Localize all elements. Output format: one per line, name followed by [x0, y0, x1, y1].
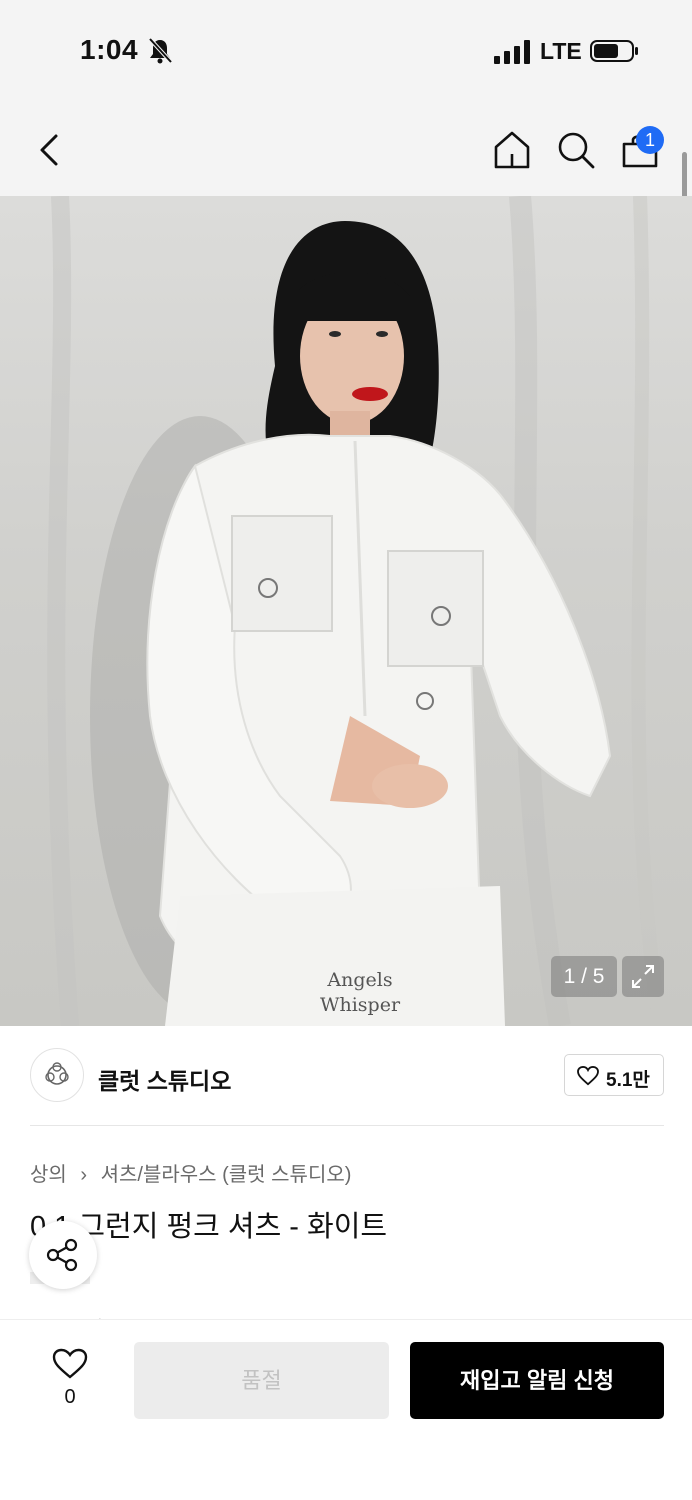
- network-type: LTE: [540, 38, 582, 64]
- cart-count-badge: 1: [636, 126, 664, 154]
- share-button[interactable]: [29, 1221, 97, 1289]
- brand-emblem-icon: [45, 1062, 69, 1085]
- expand-icon: [632, 965, 654, 988]
- signal-icon: [494, 40, 530, 64]
- restock-alert-button[interactable]: 재입고 알림 신청: [410, 1342, 664, 1419]
- garment-print-line-1: Angels: [327, 969, 393, 991]
- breadcrumb: 상의 › 셔츠/블라우스 (클럿 스튜디오): [30, 1158, 351, 1187]
- home-icon[interactable]: [490, 128, 534, 172]
- heart-icon: [577, 1066, 599, 1086]
- wishlist-count: 0: [64, 1386, 76, 1408]
- brand-logo[interactable]: [30, 1048, 84, 1102]
- product-image-gallery[interactable]: [0, 196, 692, 1026]
- soldout-button[interactable]: 품절: [134, 1342, 389, 1419]
- bell-slash-icon: [148, 38, 172, 64]
- brand-like-count: 5.1만: [606, 1070, 650, 1091]
- share-icon: [46, 1238, 78, 1272]
- garment-print-line-2: Whisper: [319, 994, 401, 1016]
- brand-like-button[interactable]: 5.1만: [564, 1054, 664, 1096]
- wishlist-button[interactable]: 0: [40, 1344, 100, 1414]
- garment-print-text: Angels Whisper: [290, 968, 430, 1018]
- top-nav-bar: [0, 100, 692, 196]
- status-time: 1:04: [80, 34, 139, 65]
- image-counter-badge: 1 / 5: [551, 956, 617, 997]
- product-photo: [47, 196, 667, 1026]
- search-icon[interactable]: [554, 128, 598, 172]
- expand-button[interactable]: [622, 956, 664, 997]
- breadcrumb-category[interactable]: 상의: [30, 1164, 67, 1186]
- chevron-right-icon: ›: [80, 1164, 88, 1186]
- status-bar: 1:04 LTE: [0, 0, 692, 100]
- back-arrow-icon[interactable]: [30, 128, 70, 172]
- breadcrumb-subcategory[interactable]: 셔츠/블라우스 (클럿 스튜디오): [101, 1164, 352, 1186]
- brand-name[interactable]: 클럿 스튜디오: [98, 1062, 231, 1096]
- battery-icon: [590, 40, 638, 62]
- section-divider: [30, 1125, 664, 1126]
- heart-icon: [52, 1348, 88, 1379]
